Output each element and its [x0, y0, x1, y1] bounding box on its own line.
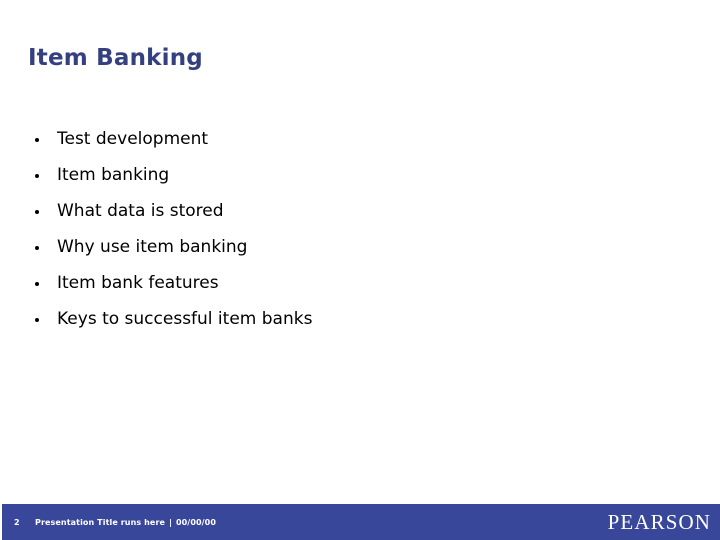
- bullet-point-icon: [35, 210, 39, 214]
- bullet-list: Test development Item banking What data …: [30, 122, 670, 338]
- slide-number: 2: [14, 517, 20, 527]
- list-item-label: Why use item banking: [57, 237, 248, 258]
- list-item-label: Item bank features: [57, 273, 219, 294]
- bullet-point-icon: [35, 174, 39, 178]
- list-item: Test development: [30, 122, 670, 158]
- list-item-label: Test development: [57, 129, 209, 150]
- bullet-point-icon: [35, 246, 39, 250]
- list-item: Item banking: [30, 158, 670, 194]
- list-item: What data is stored: [30, 194, 670, 230]
- footer-info: 2 Presentation Title runs here | 00/00/0…: [14, 504, 216, 540]
- footer-presentation-title: Presentation Title runs here: [35, 517, 166, 527]
- list-item: Keys to successful item banks: [30, 302, 670, 338]
- page-title: Item Banking: [28, 45, 203, 72]
- bullet-point-icon: [35, 282, 39, 286]
- list-item-label: Keys to successful item banks: [57, 309, 313, 330]
- footer-separator: |: [169, 517, 172, 527]
- bullet-point-icon: [35, 138, 39, 142]
- slide-footer: 2 Presentation Title runs here | 00/00/0…: [2, 504, 720, 540]
- list-item: Why use item banking: [30, 230, 670, 266]
- bullet-point-icon: [35, 318, 39, 322]
- footer-date: 00/00/00: [175, 517, 217, 527]
- slide-canvas: Item Banking Test development Item banki…: [0, 0, 720, 540]
- pearson-logo: PEARSON: [607, 509, 711, 534]
- list-item: Item bank features: [30, 266, 670, 302]
- list-item-label: Item banking: [57, 165, 170, 186]
- list-item-label: What data is stored: [57, 201, 224, 222]
